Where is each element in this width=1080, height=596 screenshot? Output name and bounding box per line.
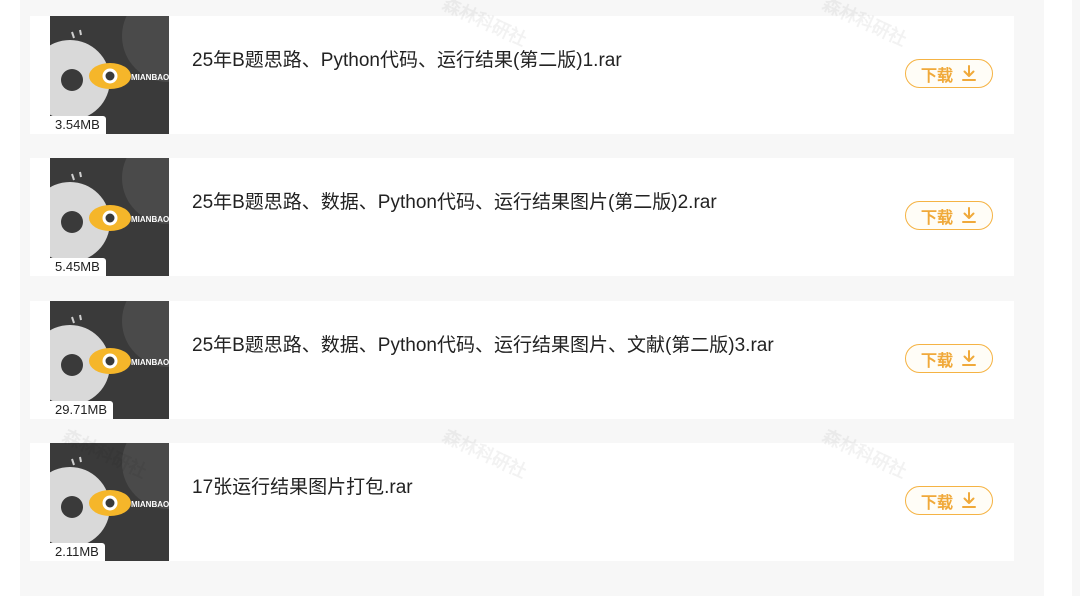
file-thumbnail: MIANBAO 3.54MB xyxy=(50,16,169,134)
download-button[interactable]: 下载 xyxy=(905,59,993,88)
file-thumbnail: MIANBAO 2.11MB xyxy=(50,443,169,561)
scroll-side-strip xyxy=(1072,0,1080,596)
download-button[interactable]: 下载 xyxy=(905,344,993,373)
svg-text:MIANBAO: MIANBAO xyxy=(131,358,169,367)
file-thumbnail: MIANBAO 5.45MB xyxy=(50,158,169,276)
file-item: MIANBAO 5.45MB 25年B题思路、数据、Python代码、运行结果图… xyxy=(30,158,1014,276)
svg-text:MIANBAO: MIANBAO xyxy=(131,73,169,82)
file-name[interactable]: 25年B题思路、数据、Python代码、运行结果图片、文献(第二版)3.rar xyxy=(192,330,774,357)
file-name[interactable]: 25年B题思路、Python代码、运行结果(第二版)1.rar xyxy=(192,45,622,72)
file-size-badge: 5.45MB xyxy=(50,258,106,276)
file-name[interactable]: 25年B题思路、数据、Python代码、运行结果图片(第二版)2.rar xyxy=(192,187,717,214)
file-item: MIANBAO 3.54MB 25年B题思路、Python代码、运行结果(第二版… xyxy=(30,16,1014,134)
file-thumbnail: MIANBAO 29.71MB xyxy=(50,301,169,419)
file-size-badge: 3.54MB xyxy=(50,116,106,134)
file-size-badge: 29.71MB xyxy=(50,401,114,419)
download-label: 下载 xyxy=(920,494,953,512)
download-label: 下载 xyxy=(920,67,953,85)
download-label: 下载 xyxy=(920,352,953,370)
download-arrow-icon xyxy=(962,207,976,223)
file-size-badge: 2.11MB xyxy=(50,543,105,561)
download-arrow-icon xyxy=(962,492,976,508)
download-button[interactable]: 下载 xyxy=(905,486,993,515)
svg-text:MIANBAO: MIANBAO xyxy=(131,215,169,224)
file-item: MIANBAO 29.71MB 25年B题思路、数据、Python代码、运行结果… xyxy=(30,301,1014,419)
svg-text:MIANBAO: MIANBAO xyxy=(131,500,169,509)
download-button[interactable]: 下载 xyxy=(905,201,993,230)
download-label: 下载 xyxy=(920,209,953,227)
file-name[interactable]: 17张运行结果图片打包.rar xyxy=(192,472,413,499)
download-arrow-icon xyxy=(962,350,976,366)
download-arrow-icon xyxy=(962,65,976,81)
file-item: MIANBAO 2.11MB 17张运行结果图片打包.rar 下载 xyxy=(30,443,1014,561)
